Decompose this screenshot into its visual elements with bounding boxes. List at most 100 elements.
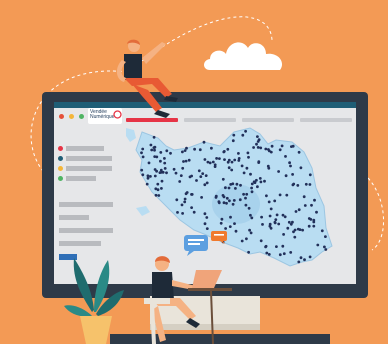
map-point[interactable] (275, 213, 279, 217)
map-point[interactable] (244, 196, 247, 200)
map-point[interactable] (220, 217, 224, 221)
map-point[interactable] (278, 148, 282, 152)
map-point[interactable] (249, 213, 252, 217)
map-point[interactable] (289, 251, 293, 254)
map-point[interactable] (152, 146, 156, 149)
map-point[interactable] (273, 199, 277, 203)
map-point[interactable] (297, 150, 301, 154)
map-point[interactable] (155, 169, 158, 173)
map-point[interactable] (205, 216, 209, 219)
map-point[interactable] (185, 146, 188, 150)
map-point[interactable] (211, 160, 215, 164)
map-point[interactable] (268, 224, 272, 228)
map-point[interactable] (181, 212, 184, 215)
map-point[interactable] (147, 161, 151, 165)
map-point[interactable] (269, 150, 273, 154)
map-point[interactable] (219, 221, 223, 225)
map-point[interactable] (285, 193, 289, 197)
map-point[interactable] (160, 179, 164, 183)
map-point[interactable] (187, 158, 191, 162)
map-point[interactable] (278, 193, 282, 197)
map-point[interactable] (298, 228, 302, 231)
map-point[interactable] (267, 253, 271, 256)
map-point[interactable] (156, 182, 160, 186)
map-point[interactable] (172, 167, 176, 171)
map-point[interactable] (146, 176, 150, 180)
map-point[interactable] (246, 151, 250, 155)
map-point[interactable] (247, 155, 250, 159)
map-point[interactable] (183, 200, 187, 204)
map-point[interactable] (140, 151, 143, 155)
map-point[interactable] (307, 217, 311, 220)
map-point[interactable] (140, 168, 144, 172)
map-point[interactable] (203, 158, 207, 161)
map-point[interactable] (184, 159, 188, 163)
map-point[interactable] (181, 166, 185, 170)
map-point[interactable] (181, 150, 184, 154)
map-point[interactable] (255, 142, 258, 146)
map-point[interactable] (201, 172, 205, 175)
map-point[interactable] (228, 225, 232, 228)
map-point[interactable] (190, 174, 194, 178)
map-point[interactable] (296, 184, 300, 187)
map-point[interactable] (297, 208, 301, 212)
map-point[interactable] (178, 180, 182, 183)
map-point[interactable] (275, 245, 278, 249)
map-point[interactable] (226, 160, 230, 164)
map-point[interactable] (312, 220, 316, 224)
map-point[interactable] (265, 251, 269, 255)
map-point[interactable] (159, 159, 162, 163)
map-point[interactable] (225, 201, 228, 205)
map-point[interactable] (237, 157, 241, 160)
map-point[interactable] (163, 161, 167, 165)
map-point[interactable] (229, 215, 232, 219)
map-point[interactable] (193, 147, 197, 151)
map-point[interactable] (259, 146, 263, 150)
map-point[interactable] (235, 182, 239, 186)
map-point[interactable] (199, 175, 203, 178)
map-point[interactable] (259, 239, 263, 243)
map-point[interactable] (292, 230, 295, 234)
map-point[interactable] (161, 170, 165, 174)
map-point[interactable] (232, 199, 236, 202)
map-point[interactable] (249, 231, 253, 235)
map-point[interactable] (226, 147, 230, 151)
map-point[interactable] (302, 195, 306, 199)
map-point[interactable] (267, 200, 271, 204)
map-point[interactable] (182, 160, 185, 163)
map-point[interactable] (301, 228, 304, 232)
map-point[interactable] (291, 173, 294, 176)
map-point[interactable] (256, 140, 260, 143)
map-point[interactable] (203, 183, 207, 187)
map-point[interactable] (315, 210, 318, 214)
map-point[interactable] (231, 139, 235, 143)
map-point[interactable] (159, 168, 163, 172)
map-point[interactable] (158, 171, 162, 174)
map-point[interactable] (205, 181, 209, 185)
map-point[interactable] (227, 166, 231, 170)
map-point[interactable] (202, 140, 206, 144)
map-point[interactable] (273, 220, 277, 224)
map-point[interactable] (195, 179, 198, 182)
map-point[interactable] (150, 148, 154, 152)
map-point[interactable] (270, 144, 274, 148)
map-point[interactable] (304, 182, 308, 186)
map-point[interactable] (240, 239, 244, 243)
map-point[interactable] (203, 222, 207, 226)
map-point[interactable] (232, 133, 236, 137)
map-point[interactable] (225, 196, 229, 200)
map-point[interactable] (149, 143, 153, 147)
map-point[interactable] (237, 152, 240, 155)
map-point[interactable] (248, 228, 252, 232)
map-point[interactable] (259, 180, 263, 184)
map-point[interactable] (163, 167, 167, 170)
map-point[interactable] (308, 183, 312, 186)
map-point[interactable] (215, 157, 219, 160)
map-point[interactable] (180, 203, 184, 207)
map-point[interactable] (264, 147, 268, 151)
map-point[interactable] (183, 149, 187, 152)
map-point[interactable] (291, 144, 295, 148)
map-point[interactable] (141, 155, 145, 159)
map-point[interactable] (282, 233, 285, 236)
map-point[interactable] (222, 201, 226, 205)
